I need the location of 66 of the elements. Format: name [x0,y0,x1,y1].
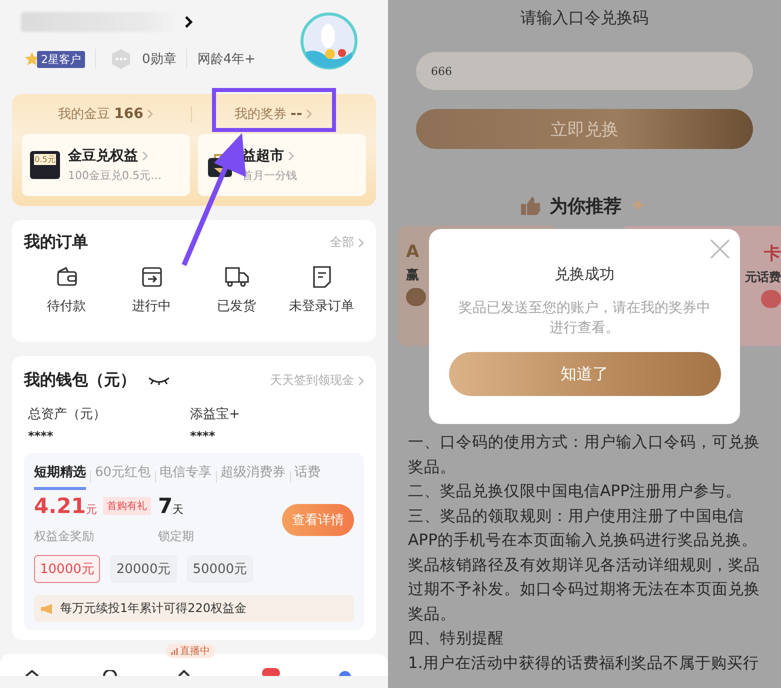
code-input-field[interactable]: 666 [416,52,753,90]
product-tab[interactable]: 短期精选 [34,463,86,490]
home-tab-icon[interactable] [24,670,40,676]
amount-option[interactable]: 10000元 [34,555,100,583]
document-icon[interactable] [310,265,332,289]
product-tab[interactable]: 超级消费券 [220,463,286,490]
tile-subtitle: 100金豆兑0.5元… [68,168,162,183]
got-it-button[interactable]: 知道了 [448,352,720,396]
order-status-link[interactable]: 进行中 [132,297,171,315]
beans-link[interactable]: 我的金豆 166 [58,105,144,123]
eye-closed-icon[interactable] [148,374,170,386]
star-icon [24,51,40,67]
order-status-link[interactable]: 待付款 [47,297,86,315]
lock-period: 7天 [158,494,185,518]
reward-label: 权益金奖励 [34,528,95,545]
tab-icon[interactable] [102,670,118,676]
order-status-link[interactable]: 未登录订单 [289,297,354,315]
rule-paragraph: 1.用户在活动中获得的话费福利奖品不属于购买行 [408,652,760,674]
profile-tab-icon[interactable] [338,670,352,676]
lock-label: 锁定期 [158,528,195,545]
promo-heading: 卡 [764,243,781,265]
chevron-icon [142,151,148,161]
truck-icon[interactable] [224,265,250,289]
amount-option[interactable]: 50000元 [186,555,254,583]
tab-icon[interactable] [176,670,192,676]
tip-text: 每万元续投1年累计可得220权益金 [60,600,247,617]
network-age: 网龄4年+ [197,51,256,68]
benefit-tile[interactable]: 0.5元 金豆兑权益 100金豆兑0.5元… [22,134,190,196]
megaphone-icon [40,602,54,614]
first-purchase-tag: 首购有礼 [102,497,151,515]
promo-button[interactable] [406,288,426,306]
promo-heading: A [406,242,420,262]
avatar[interactable] [300,12,358,70]
orders-title: 我的订单 [24,232,88,253]
coupons-link[interactable]: 我的奖券 -- [234,105,302,123]
rule-paragraph: 二、奖品兑换仅限中国电信APP注册用户参与。 [408,481,742,502]
medal-count[interactable]: 0勋章 [142,50,176,68]
chevron-icon[interactable] [185,16,193,28]
product-tab[interactable]: 60元红包 [95,463,151,490]
dialog-title: 兑换成功 [554,265,614,284]
live-badge[interactable]: 直播中 [166,644,215,658]
amount-option[interactable]: 20000元 [110,555,177,583]
product-tab[interactable]: 话费 [294,463,321,490]
promo-text: 赢 [406,267,420,284]
thumbs-up-icon [520,196,542,216]
order-status-link[interactable]: 已发货 [217,297,256,315]
customer-level-badge[interactable]: 2星客户 [37,50,85,68]
coin-card-icon: 0.5元 [30,151,60,179]
stat-label: 总资产（元） [28,406,107,423]
signal-bars-icon [171,648,178,654]
stat-value: **** [190,429,216,443]
wallet-title: 我的钱包（元） [24,370,136,391]
section-title: 为你推荐 [550,195,622,218]
page-title: 请输入口令兑换码 [520,8,650,29]
rule-paragraph: 三、奖品的领取规则：用户使用注册了中国电信APP的手机号在本页面输入兑换码进行奖品兑换。奖品核销路径及有效期详见各活动详细规则，奖品过期不予补发。如口令码过期将无法在本页面兑换奖品。 [408,506,761,624]
chevron-icon [288,151,294,161]
reward-amount: 4.21元 [34,494,97,518]
product-tab[interactable]: 电信专享 [160,463,212,490]
rule-paragraph: 四、特别提醒 [408,628,505,649]
wallet-icon[interactable] [54,265,78,289]
stat-label: 添益宝+ [190,406,241,423]
stat-value: **** [28,429,54,443]
tile-title: 金豆兑权益 [68,147,138,165]
promo-text: 元话费 [745,269,781,286]
dialog-message: 奖品已发送至您的账户，请在我的奖券中进行查看。 [458,299,712,338]
rule-paragraph: 一、口令码的使用方式：用户输入口令码，可兑换奖品。 [408,432,761,478]
